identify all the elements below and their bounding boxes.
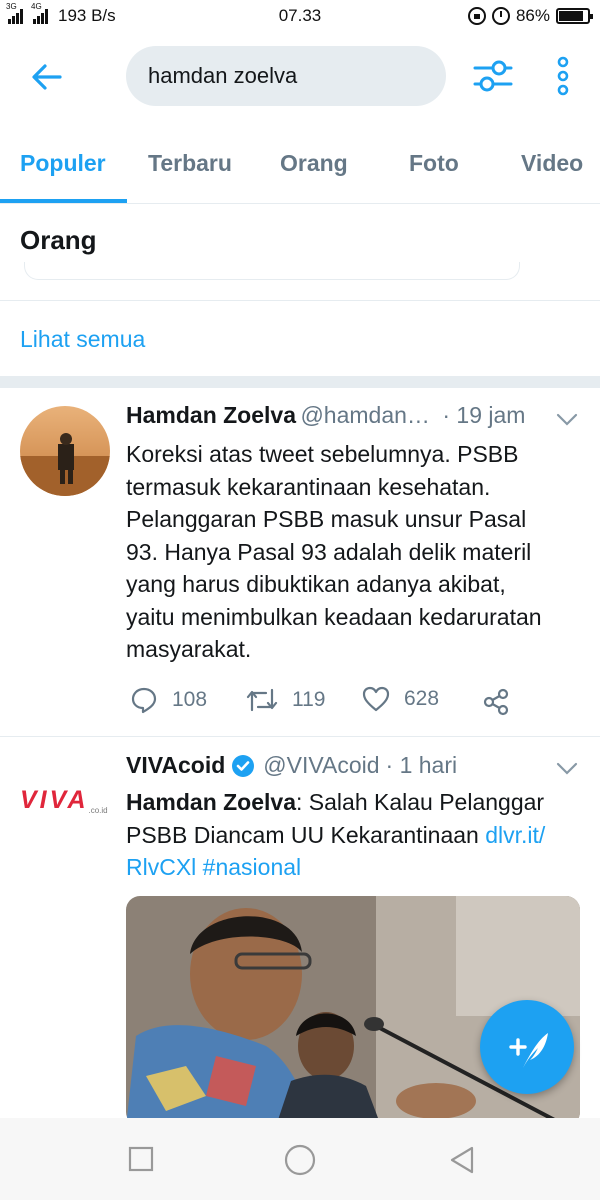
status-bar: 3G 4G 193 B/s 07.33 86% (0, 0, 600, 34)
tweet-header: VIVAcoid @VIVAcoid · 1 hari (126, 752, 457, 779)
status-right: 86% (467, 6, 593, 26)
search-query: hamdan zoelva (148, 63, 298, 88)
user-card-edge (24, 262, 520, 280)
tweet-link[interactable]: dlvr.it/ (485, 822, 545, 848)
author-name[interactable]: VIVAcoid (126, 752, 225, 779)
alarm-icon (491, 7, 510, 25)
battery-percentage: 86% (515, 6, 550, 25)
back-arrow-icon[interactable] (30, 60, 64, 94)
mention-bold: Hamdan Zoelva (126, 789, 296, 815)
tweet-time: · 1 hari (385, 752, 458, 778)
screen: 3G 4G 193 B/s 07.33 86% hamdan zoelva Po… (0, 0, 600, 1200)
tweet-text: Koreksi atas tweet sebelumnya. PSBB term… (126, 438, 542, 666)
tweet-line: Pelanggaran PSBB masuk unsur Pasal (126, 506, 527, 532)
battery-level (559, 11, 583, 21)
tweet-line: yaitu menimbulkan keadaan kedaruratan (126, 603, 542, 630)
back-icon[interactable] (448, 1145, 476, 1175)
author-name[interactable]: Hamdan Zoelva (126, 402, 296, 428)
divider (0, 203, 600, 204)
recent-apps-icon[interactable] (128, 1146, 154, 1172)
tweet-line: yang harus dibuktikan adanya akibat, (126, 571, 506, 597)
see-all-link[interactable]: Lihat semua (20, 326, 145, 353)
lock-rotation-icon (467, 7, 486, 25)
reply-icon (131, 687, 157, 714)
retweet-count: 119 (292, 688, 326, 711)
tweet-line-rest: : Salah Kalau Pelanggar (296, 789, 545, 815)
divider (0, 300, 600, 301)
tweet-line: RlvCXl #nasional (126, 851, 545, 884)
like-button[interactable]: 628 (362, 686, 439, 712)
tab-populer[interactable]: Populer (20, 150, 106, 177)
more-vertical-icon[interactable] (552, 56, 574, 96)
tweet-line: masyarakat. (126, 636, 252, 662)
avatar-viva-logo[interactable]: VIVA.co.id (20, 786, 112, 815)
tweet-line: PSBB Diancam UU Kekarantinaan dlvr.it/ (126, 819, 545, 852)
tweet-text: Hamdan Zoelva: Salah Kalau Pelanggar PSB… (126, 786, 545, 884)
compose-tweet-button[interactable] (480, 1000, 574, 1094)
tweet-line: Hamdan Zoelva: Salah Kalau Pelanggar (126, 786, 545, 819)
tab-foto[interactable]: Foto (409, 150, 459, 177)
chevron-down-icon[interactable] (556, 762, 578, 776)
tab-terbaru[interactable]: Terbaru (148, 150, 232, 177)
search-input[interactable]: hamdan zoelva (126, 46, 446, 106)
section-title-people: Orang (20, 225, 97, 255)
retweet-button[interactable]: 119 (246, 686, 325, 714)
tweet-time: · 19 jam (442, 402, 526, 428)
tab-video[interactable]: Video (521, 150, 583, 177)
compose-tweet-icon (509, 1033, 548, 1068)
tweet-line: termasuk kekarantinaan kesehatan. (126, 473, 491, 500)
avatar[interactable] (20, 406, 110, 496)
section-separator (0, 376, 600, 388)
filter-sliders-icon[interactable] (472, 58, 514, 94)
divider (0, 736, 600, 737)
system-nav-bar (0, 1118, 600, 1200)
tweet-header: Hamdan Zoelva @hamdan… · 19 jam (126, 402, 525, 429)
author-handle[interactable]: @VIVAcoid (263, 752, 379, 779)
reply-button[interactable]: 108 (130, 686, 207, 714)
tweet-link-hashtag[interactable]: RlvCXl #nasional (126, 854, 301, 880)
retweet-icon (246, 688, 278, 712)
verified-icon (232, 754, 255, 777)
tab-orang[interactable]: Orang (280, 150, 348, 177)
author-handle[interactable]: @hamdan… (300, 402, 429, 428)
tweet-line: Koreksi atas tweet sebelumnya. PSBB (126, 441, 519, 467)
battery-icon (556, 8, 593, 24)
tweet-line: 93. Hanya Pasal 93 adalah delik materil (126, 538, 532, 565)
tweet-line-plain: PSBB Diancam UU Kekarantinaan (126, 821, 486, 848)
reply-count: 108 (172, 688, 208, 711)
home-icon[interactable] (284, 1144, 316, 1176)
share-icon[interactable] (482, 688, 510, 716)
chevron-down-icon[interactable] (556, 413, 578, 427)
logo-text: VIVA (20, 786, 89, 814)
like-icon (362, 686, 390, 712)
like-count: 628 (404, 687, 440, 710)
logo-suffix: .co.id (88, 806, 108, 815)
